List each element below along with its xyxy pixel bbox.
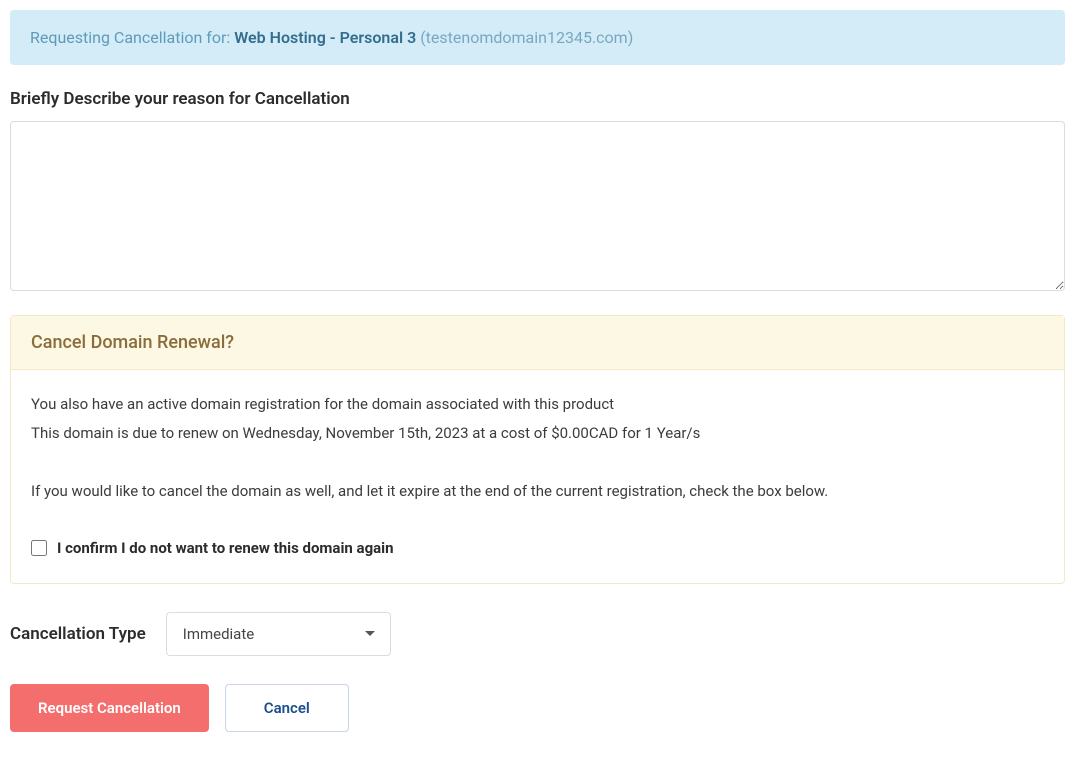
domain-renewal-line2: This domain is due to renew on Wednesday… (31, 419, 1044, 448)
cancellation-info-banner: Requesting Cancellation for: Web Hosting… (10, 10, 1065, 65)
request-cancellation-button[interactable]: Request Cancellation (10, 684, 209, 732)
cancel-button[interactable]: Cancel (225, 684, 349, 732)
confirm-cancel-domain-row: I confirm I do not want to renew this do… (31, 534, 1044, 563)
banner-domain: (testenomdomain12345.com) (420, 28, 633, 47)
domain-renewal-line1: You also have an active domain registrat… (31, 390, 1044, 419)
banner-prefix: Requesting Cancellation for: (30, 28, 234, 47)
confirm-cancel-domain-checkbox[interactable] (31, 540, 47, 556)
cancellation-type-select[interactable]: Immediate (166, 612, 391, 656)
domain-renewal-line3: If you would like to cancel the domain a… (31, 477, 1044, 506)
domain-renewal-title: Cancel Domain Renewal? (11, 316, 1064, 370)
cancellation-type-row: Cancellation Type Immediate (10, 612, 1065, 656)
cancellation-type-label: Cancellation Type (10, 624, 146, 644)
action-buttons: Request Cancellation Cancel (10, 684, 1065, 732)
domain-renewal-body: You also have an active domain registrat… (11, 370, 1064, 583)
banner-product-name: Web Hosting - Personal 3 (234, 28, 420, 47)
domain-renewal-panel: Cancel Domain Renewal? You also have an … (10, 315, 1065, 584)
cancellation-reason-textarea[interactable] (10, 121, 1065, 291)
reason-label: Briefly Describe your reason for Cancell… (10, 89, 1065, 109)
confirm-cancel-domain-label[interactable]: I confirm I do not want to renew this do… (57, 534, 394, 563)
